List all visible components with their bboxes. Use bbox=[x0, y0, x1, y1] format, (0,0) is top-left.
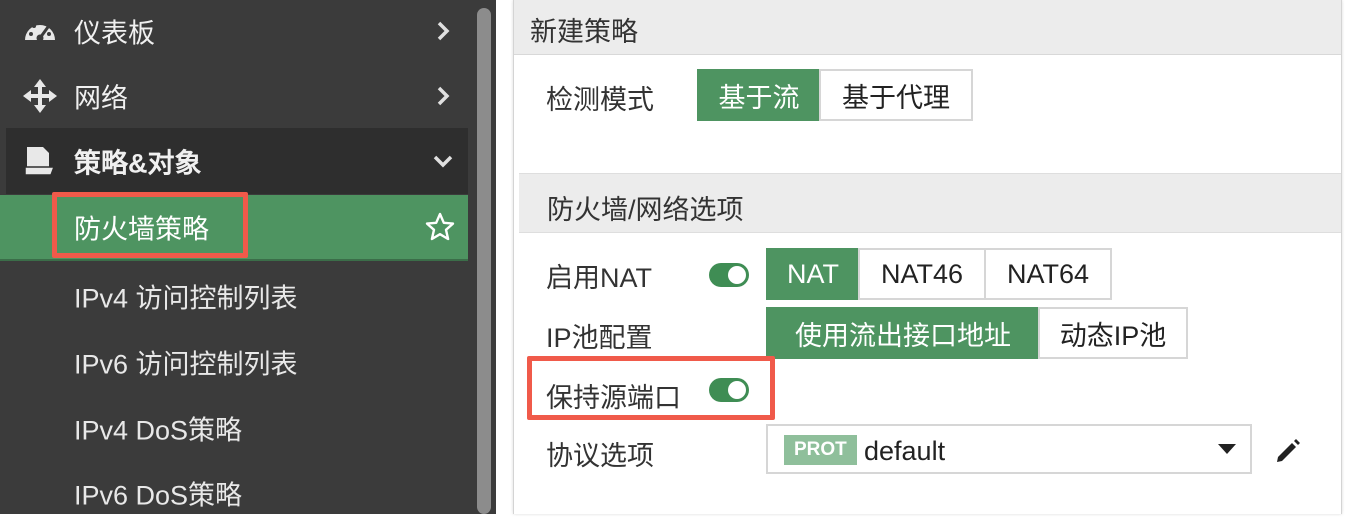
protocol-options-select[interactable]: PROT default bbox=[766, 424, 1252, 474]
sidebar-item-label: IPv6 访问控制列表 bbox=[74, 349, 298, 380]
nat-label: 启用NAT bbox=[546, 263, 652, 293]
outgoing-interface-option[interactable]: 使用流出接口地址 bbox=[766, 307, 1040, 359]
protocol-options-label: 协议选项 bbox=[546, 441, 654, 471]
nat-option[interactable]: NAT bbox=[766, 248, 860, 300]
sidebar-item-label: IPv4 访问控制列表 bbox=[74, 283, 298, 314]
sidebar-item-label: 网络 bbox=[74, 83, 128, 114]
star-outline-icon[interactable] bbox=[424, 211, 456, 243]
chevron-right-icon bbox=[437, 21, 450, 41]
chevron-down-icon bbox=[433, 155, 453, 168]
section-title: 防火墙/网络选项 bbox=[547, 195, 744, 225]
new-policy-panel: 新建策略 检测模式 基于流 基于代理 防火墙/网络选项 启用NAT NAT NA… bbox=[513, 0, 1342, 514]
nat64-option[interactable]: NAT64 bbox=[984, 248, 1112, 300]
sidebar-item-ipv6-dos[interactable]: IPv6 DoS策略 bbox=[0, 461, 468, 525]
policy-document-icon bbox=[22, 143, 58, 179]
page-title: 新建策略 bbox=[530, 17, 638, 47]
sidebar-item-label: IPv6 DoS策略 bbox=[74, 480, 243, 511]
dynamic-ip-pool-option[interactable]: 动态IP池 bbox=[1038, 307, 1188, 359]
ip-pool-segmented: 使用流出接口地址 动态IP池 bbox=[766, 307, 1188, 359]
move-arrows-icon bbox=[22, 78, 58, 114]
pencil-edit-icon[interactable] bbox=[1273, 436, 1303, 466]
sidebar-scrollbar[interactable] bbox=[477, 8, 491, 514]
inspection-mode-label: 检测模式 bbox=[546, 85, 654, 115]
chevron-right-icon bbox=[437, 86, 450, 106]
protocol-options-value: default bbox=[864, 436, 946, 466]
sidebar-item-policy-objects[interactable]: 策略&对象 bbox=[6, 128, 468, 194]
nat-type-segmented: NAT NAT46 NAT64 bbox=[766, 248, 1112, 300]
prot-badge: PROT bbox=[784, 435, 857, 465]
sidebar-item-label: 仪表板 bbox=[74, 18, 155, 49]
sidebar-item-ipv4-acl[interactable]: IPv4 访问控制列表 bbox=[0, 263, 468, 329]
dashboard-gauge-icon bbox=[22, 13, 58, 49]
sidebar-item-dashboard[interactable]: 仪表板 bbox=[0, 0, 468, 62]
nat-toggle[interactable] bbox=[709, 263, 749, 287]
sidebar-item-ipv4-dos[interactable]: IPv4 DoS策略 bbox=[0, 395, 468, 461]
highlight-box bbox=[52, 192, 248, 258]
sidebar-item-label: IPv4 DoS策略 bbox=[74, 415, 243, 446]
inspection-mode-segmented: 基于流 基于代理 bbox=[697, 69, 973, 121]
inspection-proxy-option[interactable]: 基于代理 bbox=[819, 69, 973, 121]
nat46-option[interactable]: NAT46 bbox=[858, 248, 986, 300]
sidebar-item-network[interactable]: 网络 bbox=[0, 64, 468, 128]
caret-down-icon bbox=[1218, 444, 1236, 454]
sidebar-item-ipv6-acl[interactable]: IPv6 访问控制列表 bbox=[0, 329, 468, 395]
panel-title-bar: 新建策略 bbox=[514, 0, 1341, 55]
inspection-flow-option[interactable]: 基于流 bbox=[697, 69, 821, 121]
ip-pool-label: IP池配置 bbox=[546, 323, 653, 353]
highlight-box bbox=[527, 356, 775, 420]
sidebar-item-label: 策略&对象 bbox=[74, 148, 202, 179]
firewall-network-options-header: 防火墙/网络选项 bbox=[519, 173, 1341, 233]
